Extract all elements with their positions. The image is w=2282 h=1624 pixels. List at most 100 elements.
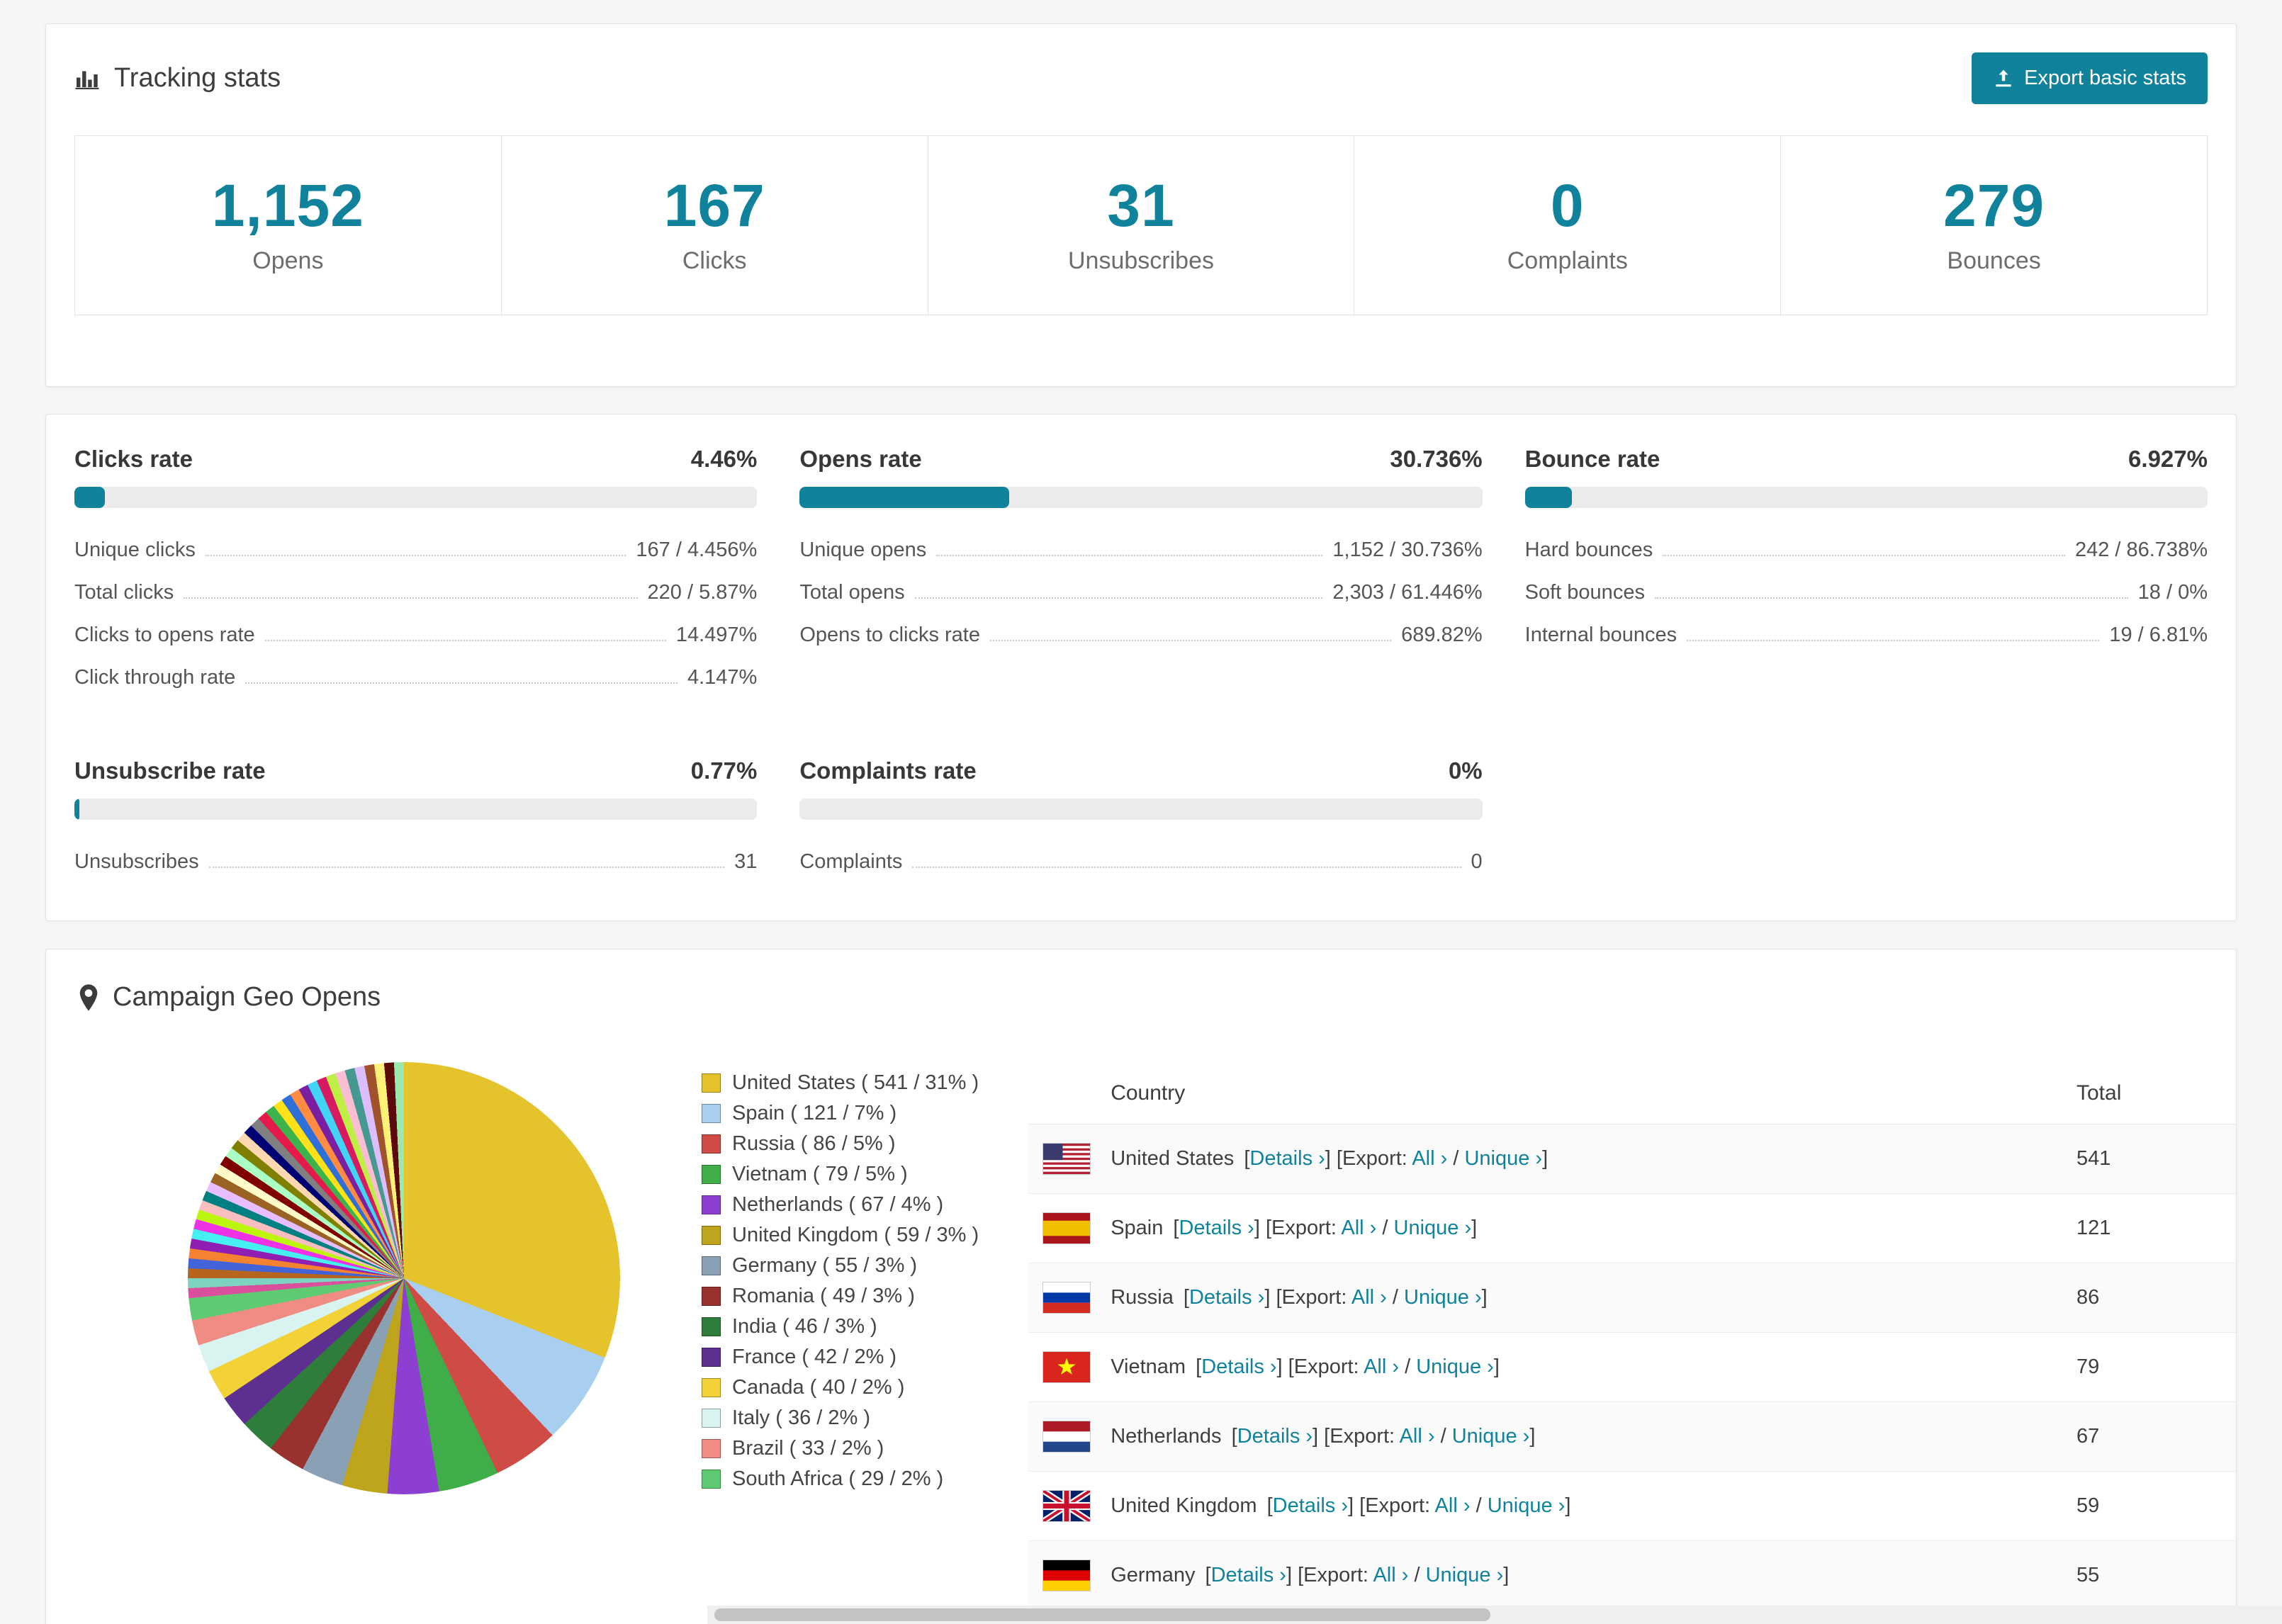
geo-table-header-row: Country Total: [1028, 1062, 2236, 1124]
details-link[interactable]: Details ›: [1249, 1147, 1325, 1170]
stat-box-unsubscribes: 31 Unsubscribes: [928, 136, 1355, 315]
export-unique-link[interactable]: Unique ›: [1416, 1355, 1494, 1378]
details-link[interactable]: Details ›: [1201, 1355, 1276, 1378]
progress-bar: [799, 799, 1483, 820]
export-unique-link[interactable]: Unique ›: [1464, 1147, 1542, 1170]
geo-opens-pie-chart: [188, 1062, 620, 1494]
geo-opens-table: Country Total United States [Details ›] …: [1028, 1062, 2236, 1611]
progress-bar-fill: [74, 487, 105, 508]
rate-panel: Opens rate 30.736% Unique opens 1,152 / …: [799, 446, 1483, 694]
progress-bar: [799, 487, 1483, 508]
legend-item: Vietnam ( 79 / 5% ): [702, 1159, 979, 1190]
legend-swatch: [702, 1348, 721, 1367]
details-link[interactable]: Details ›: [1211, 1564, 1286, 1586]
rate-row-value: 14.497%: [675, 624, 758, 646]
export-basic-stats-label: Export basic stats: [2024, 67, 2186, 89]
export-unique-link[interactable]: Unique ›: [1452, 1425, 1530, 1448]
legend-label: Russia ( 86 / 5% ): [732, 1132, 896, 1155]
rate-row-value: 220 / 5.87%: [647, 581, 758, 604]
rate-row: Unique opens 1,152 / 30.736%: [799, 524, 1482, 566]
campaign-geo-opens-card: Campaign Geo Opens United States ( 541 /…: [45, 949, 2237, 1624]
country-cell: United States [Details ›] [Export: All ›…: [1111, 1147, 1548, 1170]
details-link[interactable]: Details ›: [1273, 1494, 1348, 1517]
rate-row-label: Opens to clicks rate: [799, 624, 980, 646]
legend-label: Canada ( 40 / 2% ): [732, 1376, 905, 1399]
country-cell: Spain [Details ›] [Export: All › / Uniqu…: [1111, 1217, 1478, 1239]
rate-value: 6.927%: [2128, 446, 2208, 472]
rate-title: Clicks rate: [74, 446, 193, 472]
legend-swatch: [702, 1287, 721, 1306]
export-all-link[interactable]: All ›: [1351, 1286, 1387, 1309]
legend-item: Russia ( 86 / 5% ): [702, 1129, 979, 1159]
legend-item: India ( 46 / 3% ): [702, 1312, 979, 1342]
rate-row-label: Unique clicks: [74, 538, 196, 561]
rate-row-label: Internal bounces: [1524, 624, 1677, 646]
table-row: Germany [Details ›] [Export: All › / Uni…: [1028, 1541, 2236, 1611]
dotted-leader: [1663, 555, 2065, 556]
rate-row-value: 167 / 4.456%: [636, 538, 758, 561]
details-link[interactable]: Details ›: [1179, 1217, 1254, 1239]
country-cell: United Kingdom [Details ›] [Export: All …: [1111, 1494, 1571, 1517]
legend-swatch: [702, 1195, 721, 1214]
dotted-leader: [1687, 640, 2100, 641]
export-unique-link[interactable]: Unique ›: [1394, 1217, 1472, 1239]
total-cell: 541: [2076, 1147, 2111, 1170]
ru-flag-icon: [1042, 1282, 1091, 1314]
legend-swatch: [702, 1104, 721, 1123]
export-all-link[interactable]: All ›: [1400, 1425, 1435, 1448]
geo-table-body: United States [Details ›] [Export: All ›…: [1028, 1124, 2236, 1611]
country-name: Russia: [1111, 1286, 1174, 1309]
stat-value: 1,152: [211, 172, 364, 239]
rate-row: Click through rate 4.147%: [74, 651, 757, 694]
legend-item: United Kingdom ( 59 / 3% ): [702, 1220, 979, 1251]
details-link[interactable]: Details ›: [1237, 1425, 1313, 1448]
legend-label: Italy ( 36 / 2% ): [732, 1406, 871, 1429]
legend-swatch: [702, 1317, 721, 1336]
export-unique-link[interactable]: Unique ›: [1488, 1494, 1566, 1517]
total-cell: 55: [2076, 1564, 2100, 1586]
rate-head: Complaints rate 0%: [799, 757, 1482, 784]
legend-swatch: [702, 1470, 721, 1489]
legend-label: Germany ( 55 / 3% ): [732, 1254, 918, 1277]
export-all-link[interactable]: All ›: [1341, 1217, 1376, 1239]
export-all-link[interactable]: All ›: [1412, 1147, 1447, 1170]
export-unique-link[interactable]: Unique ›: [1404, 1286, 1482, 1309]
country-name: Spain: [1111, 1217, 1164, 1239]
export-all-link[interactable]: All ›: [1373, 1564, 1408, 1586]
rate-row: Total opens 2,303 / 61.446%: [799, 566, 1482, 609]
rate-row-label: Total opens: [799, 581, 905, 604]
horizontal-scrollbar-thumb[interactable]: [714, 1608, 1490, 1621]
rate-title: Bounce rate: [1524, 446, 1660, 472]
rate-row-value: 31: [734, 850, 758, 873]
rate-row: Unsubscribes 31: [74, 835, 757, 878]
legend-swatch: [702, 1409, 721, 1428]
country-cell: Russia [Details ›] [Export: All › / Uniq…: [1111, 1286, 1488, 1309]
legend-label: Vietnam ( 79 / 5% ): [732, 1163, 908, 1185]
progress-bar: [74, 487, 758, 508]
export-all-link[interactable]: All ›: [1435, 1494, 1471, 1517]
rate-head: Opens rate 30.736%: [799, 446, 1482, 473]
tracking-stats-card: Tracking stats Export basic stats 1,152 …: [45, 23, 2237, 387]
rate-value: 30.736%: [1390, 446, 1483, 472]
details-link[interactable]: Details ›: [1189, 1286, 1264, 1309]
rate-head: Unsubscribe rate 0.77%: [74, 757, 757, 784]
stat-box-complaints: 0 Complaints: [1354, 136, 1782, 315]
rate-row-value: 0: [1471, 850, 1483, 873]
total-cell: 59: [2076, 1494, 2100, 1517]
export-unique-link[interactable]: Unique ›: [1426, 1564, 1504, 1586]
bar-chart-icon: [74, 66, 100, 91]
vn-flag-icon: [1042, 1351, 1091, 1383]
export-all-link[interactable]: All ›: [1364, 1355, 1399, 1378]
rate-panel: Bounce rate 6.927% Hard bounces 242 / 86…: [1524, 446, 2208, 694]
country-name: Vietnam: [1111, 1355, 1186, 1378]
tracking-stats-title: Tracking stats: [74, 63, 281, 94]
tracking-stats-title-text: Tracking stats: [114, 63, 281, 93]
rate-value: 0.77%: [690, 757, 758, 784]
total-cell: 86: [2076, 1286, 2100, 1309]
table-row: Netherlands [Details ›] [Export: All › /…: [1028, 1402, 2236, 1472]
rate-panel: Complaints rate 0% Complaints 0: [799, 757, 1483, 878]
export-basic-stats-button[interactable]: Export basic stats: [1972, 52, 2208, 104]
dotted-leader: [989, 640, 1392, 641]
legend-label: France ( 42 / 2% ): [732, 1346, 897, 1368]
legend-swatch: [702, 1165, 721, 1184]
